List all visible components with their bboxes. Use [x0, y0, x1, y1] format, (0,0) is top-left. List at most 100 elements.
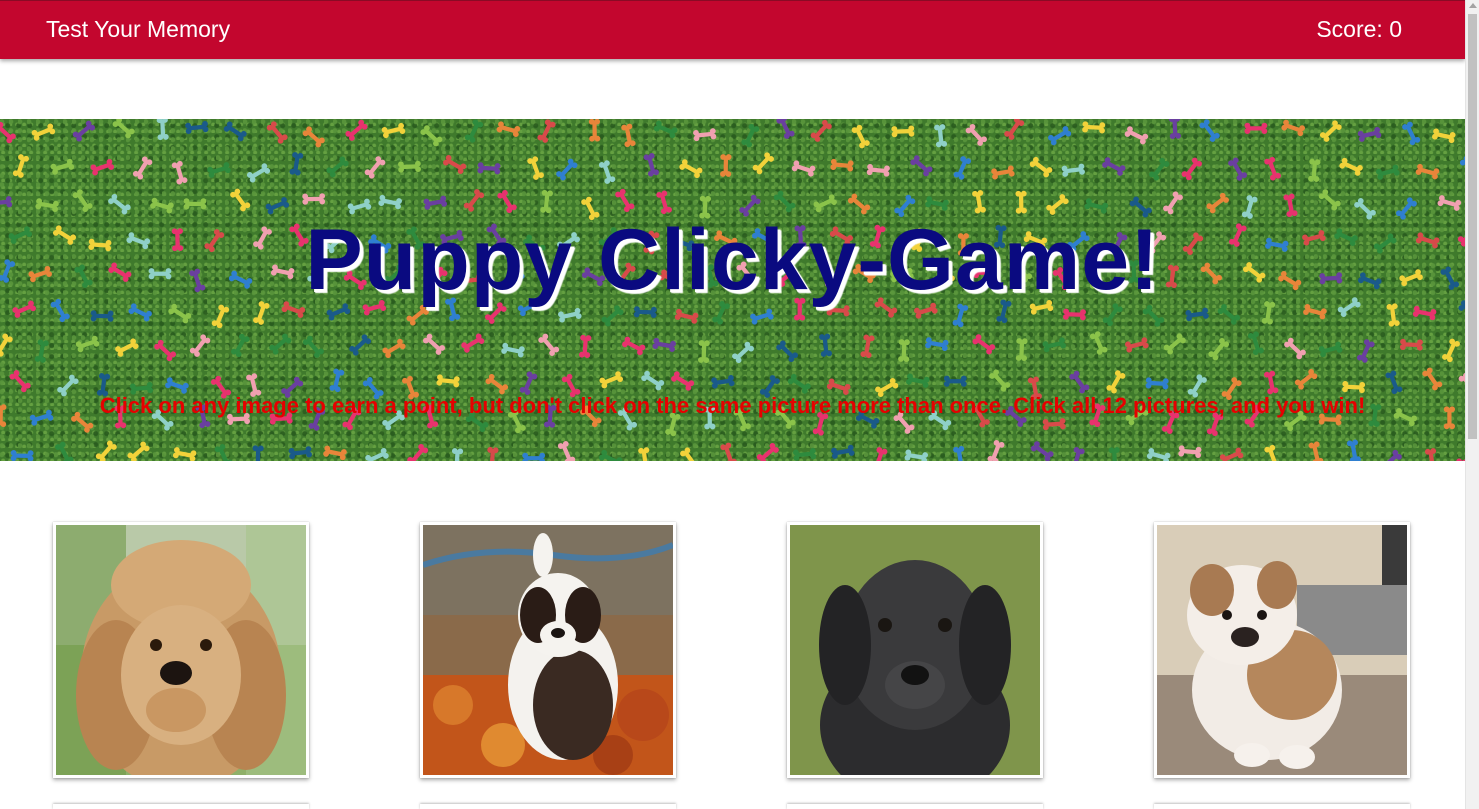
bone-icon	[598, 370, 624, 390]
bone-icon	[1318, 341, 1344, 358]
hero-banner: Puppy Clicky-Game! Click on any image to…	[0, 119, 1465, 461]
bone-icon	[114, 337, 140, 358]
bone-icon	[642, 152, 660, 178]
bone-icon	[1378, 448, 1404, 461]
bone-icon	[751, 151, 776, 176]
bone-icon	[164, 376, 190, 395]
bone-icon	[8, 368, 32, 394]
bone-icon	[71, 119, 97, 143]
bone-icon	[1061, 163, 1086, 178]
score-display: Score: 0	[1316, 16, 1402, 42]
bone-icon	[904, 449, 929, 461]
bone-icon	[924, 336, 949, 352]
bone-icon	[1082, 121, 1106, 134]
bone-icon	[1263, 444, 1282, 461]
puppy-card-black-labrador[interactable]	[787, 522, 1043, 778]
puppy-card-row2-1[interactable]	[53, 804, 309, 809]
bone-icon	[964, 122, 989, 148]
bone-icon	[381, 337, 407, 360]
bone-icon	[1147, 156, 1171, 182]
bone-icon	[1015, 338, 1028, 362]
bone-icon	[441, 153, 468, 176]
bone-icon	[184, 120, 209, 135]
puppy-card-bulldog[interactable]	[1154, 522, 1410, 778]
bone-icon	[363, 155, 387, 180]
bone-icon	[1455, 450, 1465, 461]
bone-icon	[301, 334, 326, 360]
bone-icon	[1068, 369, 1091, 395]
bone-icon	[1282, 336, 1308, 361]
bone-icon	[364, 447, 390, 461]
bone-icon	[1317, 188, 1343, 212]
puppy-card-saint-bernard[interactable]	[420, 522, 676, 778]
bone-icon	[1046, 125, 1073, 147]
bone-icon	[637, 446, 652, 461]
bone-icon	[536, 119, 557, 144]
bone-icon	[485, 446, 499, 461]
bone-icon	[1029, 440, 1055, 461]
bone-icon	[818, 333, 833, 358]
bone-icon	[755, 441, 781, 461]
bulldog-puppy-image[interactable]	[1157, 525, 1407, 775]
bone-icon	[1101, 156, 1127, 177]
bone-icon	[870, 446, 889, 461]
saint-bernard-puppy-image[interactable]	[423, 525, 673, 775]
bone-icon	[830, 444, 855, 460]
bone-icon	[89, 158, 115, 177]
puppy-card-row2-2[interactable]	[420, 804, 676, 809]
bone-icon	[1338, 156, 1364, 177]
bone-icon	[578, 334, 592, 359]
bone-icon	[719, 441, 738, 461]
bone-icon	[397, 160, 422, 173]
bone-icon	[322, 445, 348, 461]
puppy-card-row2-3[interactable]	[787, 804, 1043, 809]
bone-icon	[540, 189, 554, 214]
bone-icon	[1227, 156, 1249, 182]
bone-icon	[792, 447, 817, 461]
bone-icon	[347, 333, 373, 357]
bone-icon	[1247, 330, 1265, 356]
bone-icon	[719, 154, 732, 177]
bone-icon	[12, 153, 30, 179]
bone-icon	[1263, 370, 1279, 395]
brand-title[interactable]: Test Your Memory	[46, 16, 230, 43]
bone-icon	[909, 154, 934, 178]
bone-icon	[740, 122, 761, 149]
bone-icon	[905, 373, 931, 389]
vertical-scrollbar[interactable]	[1465, 0, 1479, 809]
bone-icon	[809, 119, 833, 144]
bone-icon	[1178, 445, 1202, 459]
bone-icon	[1162, 332, 1188, 356]
bone-icon	[588, 119, 601, 142]
bone-icon	[971, 333, 997, 356]
bone-icon	[986, 439, 1006, 461]
bone-icon	[1384, 369, 1404, 395]
scrollbar-thumb[interactable]	[1468, 14, 1477, 439]
bone-icon	[0, 332, 14, 358]
bone-icon	[460, 332, 486, 354]
bone-icon	[1436, 194, 1462, 212]
bone-icon	[94, 439, 119, 461]
bone-icon	[495, 120, 521, 138]
bone-icon	[924, 195, 950, 212]
bone-icon	[328, 367, 345, 393]
scroll-up-arrow-icon[interactable]	[1469, 3, 1477, 8]
puppy-card-row2-4[interactable]	[1154, 804, 1410, 809]
bone-icon	[1399, 338, 1423, 351]
bone-icon	[522, 452, 546, 461]
bone-icon	[462, 187, 486, 213]
puppy-card-goldendoodle[interactable]	[53, 522, 309, 778]
black-labrador-puppy-image[interactable]	[790, 525, 1040, 775]
goldendoodle-puppy-image[interactable]	[56, 525, 306, 775]
page: Test Your Memory Score: 0 Puppy Clicky-G…	[0, 0, 1465, 809]
bone-icon	[1003, 119, 1026, 142]
bone-icon	[1068, 446, 1086, 461]
bone-icon	[537, 332, 561, 358]
bone-icon	[669, 370, 696, 392]
bone-icon	[268, 332, 293, 356]
bone-icon	[1108, 446, 1121, 461]
bone-icon	[90, 310, 114, 322]
bone-icon	[156, 119, 169, 141]
game-instructions: Click on any image to earn a point, but …	[99, 393, 1366, 418]
bone-icon	[1124, 336, 1150, 354]
